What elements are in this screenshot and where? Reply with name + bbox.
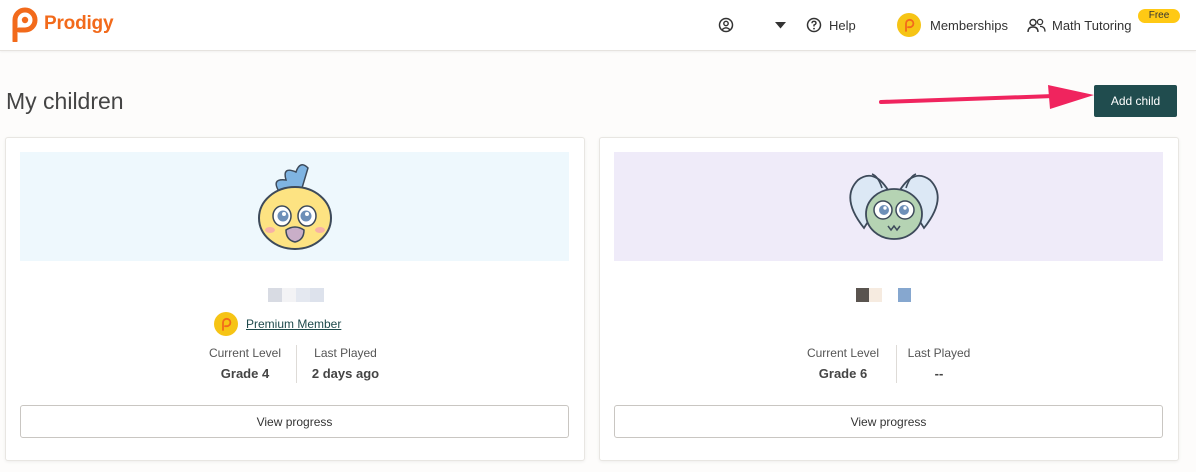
help-link[interactable]: Help <box>806 0 856 50</box>
membership-status: Premium Member <box>214 312 341 336</box>
page-title: My children <box>6 88 124 114</box>
last-played-stat: Last Played -- <box>898 346 980 381</box>
stat-label: Last Played <box>907 346 971 360</box>
last-played-stat: Last Played 2 days ago <box>303 346 388 381</box>
stat-divider <box>296 345 297 383</box>
child-name-redacted <box>856 288 911 302</box>
account-menu-button[interactable] <box>718 0 734 50</box>
add-child-button[interactable]: Add child <box>1094 85 1177 117</box>
green-owl-avatar-icon <box>849 173 939 240</box>
view-progress-button[interactable]: View progress <box>20 405 569 438</box>
stat-label: Current Level <box>208 346 282 360</box>
current-level-stat: Current Level Grade 4 <box>201 346 289 381</box>
prodigy-logo-icon[interactable] <box>6 6 40 42</box>
brand-name[interactable]: Prodigy <box>44 13 114 35</box>
child-name-redacted <box>268 288 324 302</box>
prodigy-coin-icon <box>897 13 921 37</box>
question-circle-icon <box>806 17 822 33</box>
users-icon <box>1027 18 1046 32</box>
child-card: Current Level Grade 6 Last Played -- Vie… <box>599 137 1179 461</box>
memberships-link[interactable]: Memberships <box>897 0 1008 50</box>
help-label: Help <box>829 17 856 33</box>
avatar-banner <box>20 152 569 261</box>
stat-value: Grade 4 <box>220 366 270 381</box>
math-tutoring-label: Math Tutoring <box>1052 17 1132 33</box>
premium-member-link[interactable]: Premium Member <box>246 317 341 331</box>
current-level-stat: Current Level Grade 6 <box>797 346 889 381</box>
child-card: Premium Member Current Level Grade 4 Las… <box>5 137 585 461</box>
stat-value: 2 days ago <box>311 366 380 381</box>
account-dropdown-toggle[interactable] <box>775 0 786 50</box>
stat-value: -- <box>934 366 944 381</box>
stat-label: Current Level <box>806 346 880 360</box>
user-circle-icon <box>718 17 734 33</box>
stat-divider <box>896 345 897 383</box>
memberships-label: Memberships <box>930 17 1009 33</box>
annotation-arrow-icon <box>879 85 1094 109</box>
view-progress-button[interactable]: View progress <box>614 405 1163 438</box>
top-navigation-bar: Prodigy Help Memberships Math Tutoring F… <box>0 0 1196 51</box>
caret-down-icon <box>775 21 786 28</box>
stat-label: Last Played <box>314 346 377 360</box>
yellow-bird-avatar-icon <box>258 164 332 250</box>
stat-value: Grade 6 <box>818 366 868 381</box>
free-badge: Free <box>1138 9 1180 23</box>
prodigy-coin-icon <box>214 312 238 336</box>
math-tutoring-link[interactable]: Math Tutoring <box>1027 0 1132 50</box>
avatar-banner <box>614 152 1163 261</box>
